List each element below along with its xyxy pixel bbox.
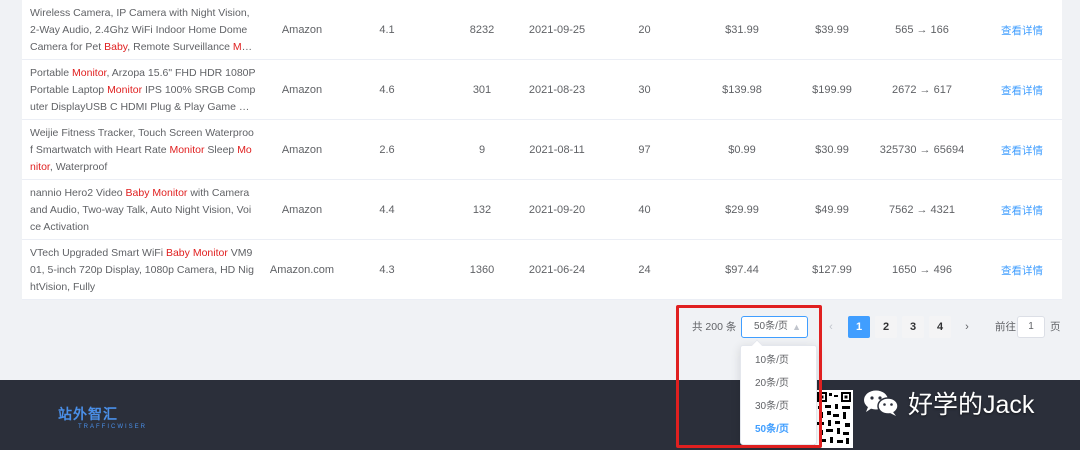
- view-details-link[interactable]: 查看详情: [1001, 263, 1043, 278]
- rank-change-cell: 2672 → 617: [892, 84, 952, 96]
- store-cell: Amazon.com: [269, 264, 335, 276]
- product-name-cell: Portable Monitor, Arzopa 15.6" FHD HDR 1…: [30, 60, 256, 120]
- details-cell: 查看详情: [992, 60, 1052, 120]
- count-cell: 97: [638, 144, 651, 156]
- details-cell: 查看详情: [992, 180, 1052, 240]
- original-price-cell: $39.99: [815, 24, 849, 36]
- keyword-highlight: Monitor: [169, 143, 205, 156]
- view-details-link[interactable]: 查看详情: [1001, 23, 1043, 38]
- rank-change-cell: 1650 → 496: [892, 264, 952, 276]
- count-cell: 30: [638, 84, 651, 96]
- original-price-cell: $199.99: [812, 84, 852, 96]
- product-name: Portable Monitor, Arzopa 15.6" FHD HDR 1…: [30, 65, 256, 116]
- product-name: nannio Hero2 Video Baby Monitor with Cam…: [30, 185, 256, 236]
- wechat-icon: [864, 390, 899, 416]
- view-details-link[interactable]: 查看详情: [1001, 83, 1043, 98]
- table-row: nannio Hero2 Video Baby Monitor with Cam…: [22, 180, 1062, 240]
- count-cell: 24: [638, 264, 651, 276]
- goto-unit-label: 页: [1050, 321, 1061, 333]
- product-name-text: , Waterproof: [49, 160, 108, 173]
- table-row: Weijie Fitness Tracker, Touch Screen Wat…: [22, 120, 1062, 180]
- reviews-cell: 301: [472, 84, 492, 96]
- product-name: VTech Upgraded Smart WiFi Baby Monitor V…: [30, 245, 256, 296]
- details-cell: 查看详情: [992, 0, 1052, 60]
- count-cell: 40: [638, 204, 651, 216]
- wechat-watermark: 好学的Jack: [862, 388, 1035, 419]
- product-name-text: , Remote Surveillance: [127, 40, 233, 53]
- product-name-cell: VTech Upgraded Smart WiFi Baby Monitor V…: [30, 240, 256, 300]
- page-button-4[interactable]: 4: [929, 316, 951, 338]
- product-name: Wireless Camera, IP Camera with Night Vi…: [30, 5, 256, 56]
- watermark-text: 好学的Jack: [908, 391, 1035, 419]
- view-details-link[interactable]: 查看详情: [1001, 203, 1043, 218]
- footer-logo: 站外智汇: [58, 406, 118, 422]
- prev-page-button[interactable]: ‹: [820, 316, 842, 338]
- product-table: Wireless Camera, IP Camera with Night Vi…: [22, 0, 1062, 300]
- date-cell: 2021-08-23: [528, 84, 586, 96]
- keyword-highlight: Baby Monitor: [165, 246, 228, 259]
- table-row: VTech Upgraded Smart WiFi Baby Monitor V…: [22, 240, 1062, 300]
- product-name-cell: nannio Hero2 Video Baby Monitor with Cam…: [30, 180, 256, 240]
- product-name-cell: Weijie Fitness Tracker, Touch Screen Wat…: [30, 120, 256, 180]
- reviews-cell: 132: [472, 204, 492, 216]
- count-cell: 20: [638, 24, 651, 36]
- reviews-cell: 8232: [469, 24, 495, 36]
- price-cell: $0.99: [728, 144, 756, 156]
- page-button-1[interactable]: 1: [848, 316, 870, 338]
- next-page-button[interactable]: ›: [956, 316, 978, 338]
- store-cell: Amazon: [281, 84, 323, 96]
- rating-cell: 4.1: [379, 24, 395, 36]
- keyword-highlight: Monitor: [72, 66, 107, 79]
- date-cell: 2021-08-11: [529, 144, 585, 156]
- product-name-cell: Wireless Camera, IP Camera with Night Vi…: [30, 0, 256, 60]
- reviews-cell: 9: [478, 144, 486, 156]
- goto-label: 前往: [995, 321, 1016, 333]
- keyword-highlight: Monitor: [107, 83, 143, 96]
- footer-logo-sub: TRAFFICWISER: [78, 424, 147, 430]
- keyword-highlight: Baby Monitor: [125, 186, 188, 199]
- product-name-text: VTech Upgraded Smart WiFi: [30, 246, 166, 259]
- page-button-2[interactable]: 2: [875, 316, 897, 338]
- rating-cell: 4.6: [379, 84, 395, 96]
- details-cell: 查看详情: [992, 240, 1052, 300]
- rating-cell: 4.3: [379, 264, 395, 276]
- date-cell: 2021-06-24: [528, 264, 586, 276]
- table-row: Wireless Camera, IP Camera with Night Vi…: [22, 0, 1062, 60]
- keyword-highlight: Baby: [104, 40, 128, 53]
- store-cell: Amazon: [281, 144, 323, 156]
- store-cell: Amazon: [281, 24, 323, 36]
- product-name-text: Portable: [30, 66, 73, 79]
- date-cell: 2021-09-25: [528, 24, 586, 36]
- rating-cell: 4.4: [379, 204, 395, 216]
- product-name-text: nannio Hero2 Video: [30, 186, 126, 199]
- table-row: Portable Monitor, Arzopa 15.6" FHD HDR 1…: [22, 60, 1062, 120]
- date-cell: 2021-09-20: [528, 204, 586, 216]
- price-cell: $31.99: [725, 24, 759, 36]
- store-cell: Amazon: [281, 204, 323, 216]
- price-cell: $139.98: [722, 84, 762, 96]
- original-price-cell: $49.99: [815, 204, 849, 216]
- original-price-cell: $30.99: [815, 144, 849, 156]
- goto-page-input[interactable]: 1: [1017, 316, 1045, 338]
- original-price-cell: $127.99: [812, 264, 852, 276]
- rank-change-cell: 325730 → 65694: [879, 144, 965, 156]
- rating-cell: 2.6: [379, 144, 395, 156]
- price-cell: $29.99: [725, 204, 759, 216]
- details-cell: 查看详情: [992, 120, 1052, 180]
- rank-change-cell: 565 → 166: [895, 24, 949, 36]
- rank-change-cell: 7562 → 4321: [888, 204, 956, 216]
- product-name-text: Sleep: [204, 143, 238, 156]
- view-details-link[interactable]: 查看详情: [1001, 143, 1043, 158]
- price-cell: $97.44: [725, 264, 759, 276]
- reviews-cell: 1360: [469, 264, 495, 276]
- annotation-highlight-box: [676, 305, 822, 448]
- page-button-3[interactable]: 3: [902, 316, 924, 338]
- product-name: Weijie Fitness Tracker, Touch Screen Wat…: [30, 125, 256, 176]
